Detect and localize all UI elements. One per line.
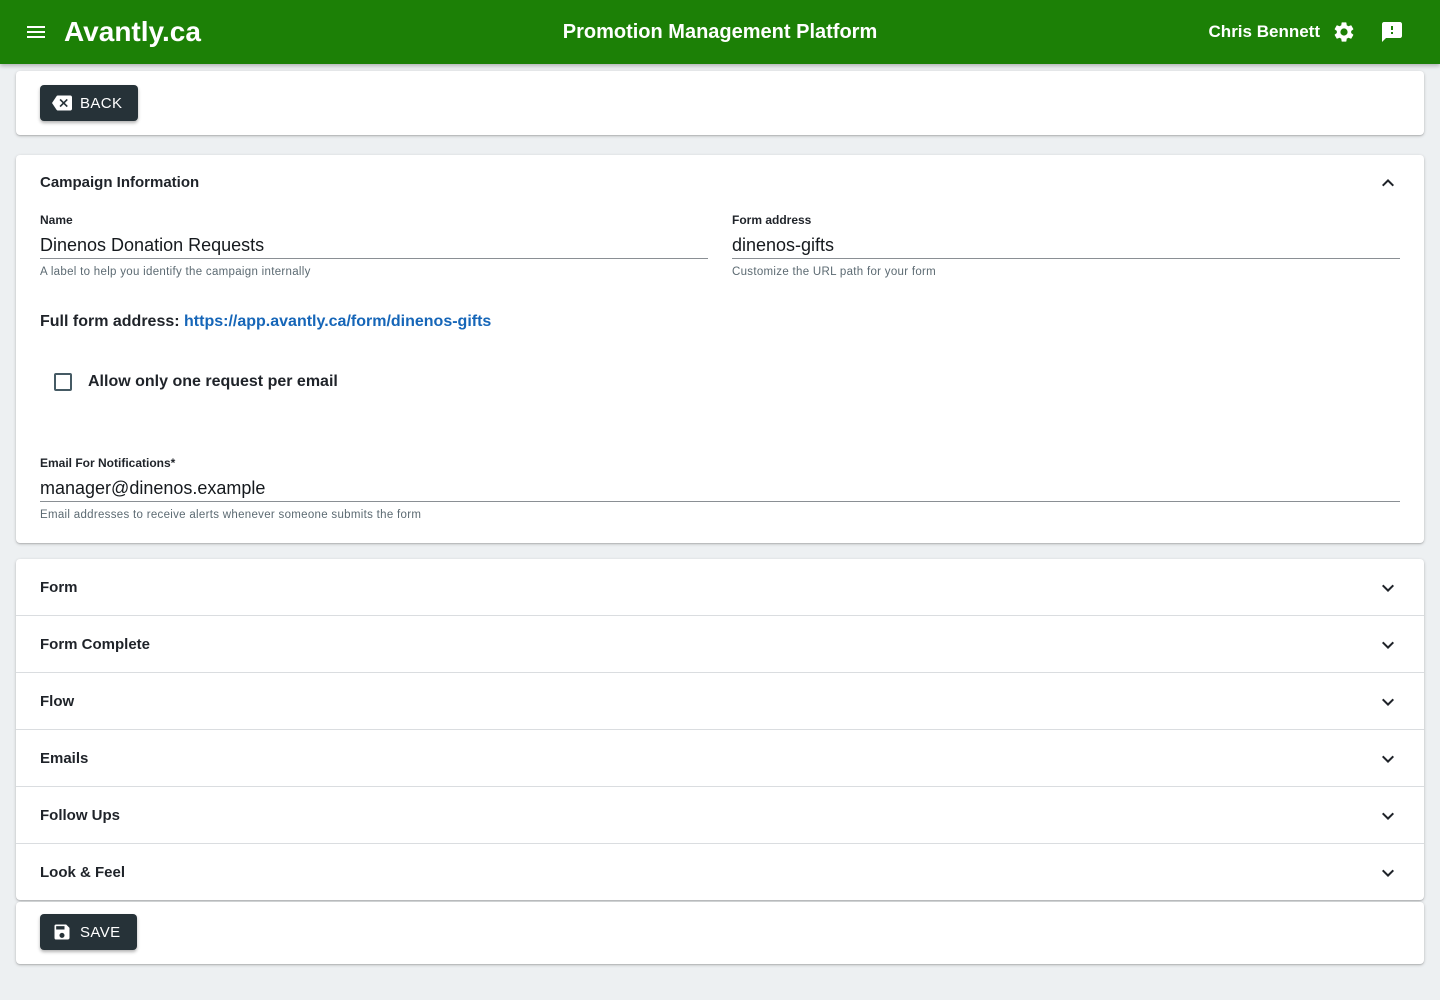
chevron-down-icon[interactable] [1376,861,1400,885]
full-form-address: Full form address: https://app.avantly.c… [40,312,491,332]
back-button-label: BACK [80,94,123,112]
form-address-field: Form address Customize the URL path for … [732,213,1400,283]
floppy-icon [54,924,70,940]
name-field-label: Name [40,213,73,227]
name-input[interactable] [40,233,708,259]
section-form[interactable]: Form [16,559,1424,616]
chevron-down-icon[interactable] [1376,690,1400,714]
brand-logo[interactable]: Avantly.ca [64,14,201,50]
full-form-address-label: Full form address: [40,313,185,330]
section-label: Emails [40,750,89,767]
form-address-help: Customize the URL path for your form [732,266,937,278]
notification-email-help: Email addresses to receive alerts whenev… [40,509,422,521]
notification-email-field: Email For Notifications* Email addresses… [40,456,1400,526]
form-address-label: Form address [732,213,812,227]
campaign-information-header[interactable]: Campaign Information [16,155,1424,211]
back-card: BACK [16,71,1424,135]
name-field: Name A label to help you identify the ca… [40,213,708,283]
one-request-per-email-option[interactable]: Allow only one request per email [54,371,338,393]
back-button[interactable]: BACK [40,85,139,121]
save-button[interactable]: SAVE [40,914,137,950]
section-label: Form Complete [40,636,151,653]
backspace-icon [52,95,72,111]
section-label: Form [40,579,78,596]
section-form-complete[interactable]: Form Complete [16,616,1424,673]
collapsed-sections: Form Form Complete Flow Emails Follow Up… [16,559,1424,900]
user-name[interactable]: Chris Bennett [1209,21,1320,43]
section-follow-ups[interactable]: Follow Ups [16,787,1424,844]
save-button-label: SAVE [80,923,121,941]
full-form-address-link[interactable]: https://app.avantly.ca/form/dinenos-gift… [184,313,491,330]
section-flow[interactable]: Flow [16,673,1424,730]
menu-icon[interactable] [24,20,48,44]
section-label: Flow [40,693,75,710]
notification-email-label: Email For Notifications* [40,456,176,470]
notification-email-input[interactable] [40,476,1400,502]
section-label: Look & Feel [40,864,126,881]
section-emails[interactable]: Emails [16,730,1424,787]
section-look-and-feel[interactable]: Look & Feel [16,844,1424,900]
chevron-down-icon[interactable] [1376,804,1400,828]
gear-icon[interactable] [1332,20,1356,44]
chevron-down-icon[interactable] [1376,633,1400,657]
chevron-down-icon[interactable] [1376,747,1400,771]
save-card: SAVE [16,902,1424,964]
one-request-label: Allow only one request per email [88,373,338,390]
form-address-input[interactable] [732,233,1400,259]
feedback-icon[interactable] [1380,20,1404,44]
chevron-up-icon[interactable] [1376,171,1400,195]
section-label: Follow Ups [40,807,120,824]
name-field-help: A label to help you identify the campaig… [40,266,311,278]
campaign-information-panel: Campaign Information Name A label to hel… [16,155,1424,543]
one-request-checkbox[interactable] [54,373,72,391]
chevron-down-icon[interactable] [1376,576,1400,600]
panel-title: Campaign Information [40,174,200,191]
top-app-bar: Avantly.ca Promotion Management Platform… [0,0,1440,64]
